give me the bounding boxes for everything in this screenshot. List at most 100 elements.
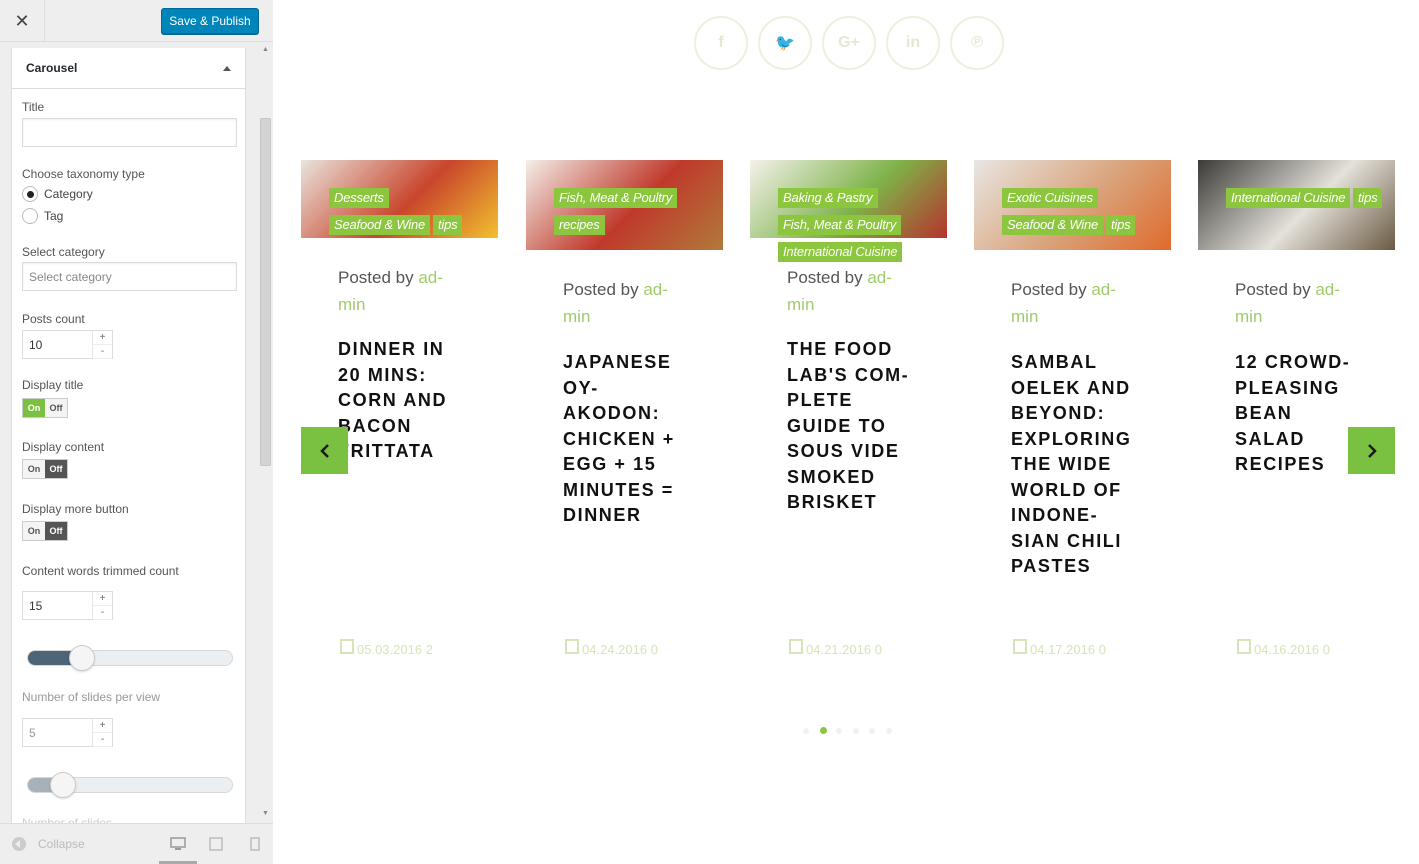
post-title-line: GUIDE TO	[787, 415, 887, 436]
author-link[interactable]: ad-	[1315, 280, 1340, 299]
pagination-dot[interactable]	[803, 728, 809, 734]
title-input[interactable]	[22, 118, 237, 147]
taxonomy-radio-category[interactable]: Category	[22, 186, 93, 202]
post-title[interactable]: JAPANESE OY- AKODON: CHICKEN + EGG + 15 MINUT…	[563, 350, 675, 529]
post-date: 05.03.2016	[357, 642, 423, 657]
display-content-toggle[interactable]: On Off	[22, 459, 68, 479]
post-title[interactable]: DINNER IN 20 MINS: CORN AND BACON FRITTATA	[338, 337, 447, 465]
post-title-line: AKODON:	[563, 403, 661, 423]
sidebar-scrollbar[interactable]: ▲ ▼	[258, 42, 273, 824]
pagination-dot[interactable]	[885, 728, 892, 734]
author-link[interactable]: ad-	[1091, 280, 1116, 299]
author-link[interactable]: min	[787, 295, 814, 314]
carousel-next-button[interactable]	[1348, 427, 1395, 474]
post-title-line: SMOKED	[787, 466, 876, 487]
posts-count-value[interactable]: 10	[23, 331, 92, 358]
category-tag[interactable]: Seafood & Wine	[329, 215, 431, 235]
trim-count-value[interactable]: 15	[23, 592, 92, 619]
posted-by-label: Posted by	[1011, 280, 1087, 299]
category-tag[interactable]: Baking & Pastry	[778, 188, 878, 208]
category-tag[interactable]: International Cuisine	[1226, 188, 1351, 208]
save-publish-button[interactable]: Save & Publish	[161, 8, 259, 34]
pagination-dot[interactable]	[852, 728, 859, 734]
calendar-icon	[789, 639, 803, 654]
collapse-icon	[12, 837, 26, 851]
post-title-line: SOUS VIDE	[787, 441, 900, 461]
scroll-up-icon[interactable]: ▲	[262, 46, 269, 53]
toggle-off: Off	[45, 522, 67, 540]
category-tag[interactable]: International Cuisine	[778, 242, 903, 262]
slides-count-stepper[interactable]: + -	[92, 719, 112, 747]
author-link[interactable]: ad-	[643, 280, 668, 299]
toggle-on: On	[23, 522, 45, 540]
display-more-toggle[interactable]: On Off	[22, 521, 68, 541]
author-link[interactable]: ad-	[867, 268, 892, 287]
posts-count-input[interactable]: 10 + -	[22, 330, 113, 359]
twitter-icon[interactable]: 🐦	[758, 16, 812, 70]
trim-count-stepper[interactable]: + -	[92, 592, 112, 620]
category-tag[interactable]: Fish, Meat & Poultry	[778, 215, 902, 235]
scrollbar-thumb[interactable]	[260, 118, 271, 466]
slider-handle[interactable]	[50, 772, 76, 798]
category-tag[interactable]: tips	[1353, 188, 1383, 208]
trim-count-slider[interactable]	[27, 645, 233, 671]
posts-count-stepper[interactable]: + -	[92, 331, 112, 359]
author-link[interactable]: min	[338, 295, 365, 314]
tablet-icon[interactable]	[209, 837, 223, 851]
scroll-down-icon[interactable]: ▼	[262, 810, 269, 817]
pagination-dot[interactable]	[836, 728, 842, 734]
collapse-arrow-icon[interactable]	[223, 65, 231, 71]
slides-count-value[interactable]: 5	[23, 719, 92, 746]
google-plus-icon[interactable]: G+	[822, 16, 876, 70]
pagination-dot[interactable]	[869, 728, 875, 734]
category-tag[interactable]: recipes	[554, 215, 605, 235]
category-select[interactable]: Select category	[22, 262, 237, 291]
post-meta: 04.17.2016 0	[1013, 639, 1106, 657]
author-link[interactable]: ad-	[418, 268, 443, 287]
slides-count-input[interactable]: 5 + -	[22, 718, 113, 747]
post-title-line: WORLD OF	[1011, 479, 1122, 500]
mobile-icon[interactable]	[250, 837, 260, 851]
category-tag[interactable]: tips	[1106, 215, 1136, 235]
radio-button[interactable]	[22, 186, 38, 202]
carousel-prev-button[interactable]	[301, 427, 348, 474]
post-title-line: BEAN	[1235, 403, 1293, 423]
author-link[interactable]: min	[1011, 307, 1038, 326]
post-date: 04.24.2016	[582, 642, 648, 657]
category-tag[interactable]: Desserts	[329, 188, 389, 208]
post-title[interactable]: SAMBAL OELEK AND BEYOND: EXPLORING THE WIDE W…	[1011, 350, 1131, 580]
trim-count-input[interactable]: 15 + -	[22, 591, 113, 620]
post-meta: 04.21.2016 0	[789, 639, 882, 657]
post-title-line: THE FOOD	[787, 339, 893, 359]
slider-handle[interactable]	[69, 645, 95, 671]
facebook-icon[interactable]: f	[694, 16, 748, 70]
slides-slider[interactable]	[27, 772, 233, 798]
desktop-icon[interactable]	[170, 837, 186, 851]
post-title-line: EGG + 15	[563, 454, 657, 474]
post-title-line: BACON	[338, 415, 412, 436]
category-tag[interactable]: Seafood & Wine	[1002, 215, 1104, 235]
post-title-line: RECIPES	[1235, 454, 1326, 474]
post-title-line: CHICKEN +	[563, 428, 675, 449]
post-title[interactable]: 12 CROWD- PLEASING BEAN SALAD RECIPES	[1235, 350, 1350, 478]
collapse-label: Collapse	[38, 837, 85, 851]
post-title-line: PLEASING	[1235, 377, 1340, 398]
post-title-line: INDONE-	[1011, 505, 1099, 525]
category-tag[interactable]: Fish, Meat & Poultry	[554, 188, 678, 208]
trim-count-label: Content words trimmed count	[22, 564, 179, 578]
author-link[interactable]: min	[563, 307, 590, 326]
post-author: Posted by ad-min	[338, 264, 443, 318]
close-button[interactable]: ✕	[0, 0, 45, 42]
widget-header[interactable]: Carousel	[12, 48, 245, 89]
pagination-dot[interactable]	[819, 727, 827, 734]
category-tag[interactable]: tips	[433, 215, 463, 235]
post-title[interactable]: THE FOOD LAB'S COM- PLETE GUIDE TO SOUS VIDE…	[787, 337, 909, 516]
linkedin-icon[interactable]: in	[886, 16, 940, 70]
category-tag[interactable]: Exotic Cuisines	[1002, 188, 1098, 208]
display-title-toggle[interactable]: On Off	[22, 398, 68, 418]
author-link[interactable]: min	[1235, 307, 1262, 326]
taxonomy-radio-tag[interactable]: Tag	[22, 208, 63, 224]
collapse-button[interactable]: Collapse	[12, 837, 85, 851]
radio-button[interactable]	[22, 208, 38, 224]
pinterest-icon[interactable]: ℗	[950, 16, 1004, 70]
